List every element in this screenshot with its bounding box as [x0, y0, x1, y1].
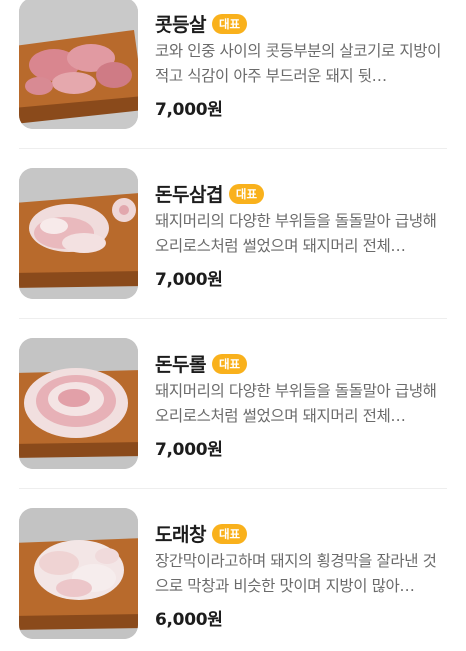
rolled-pork-slices-icon [19, 168, 138, 299]
menu-item-name: 돈두삼겹 [155, 184, 223, 206]
menu-item-name: 도래창 [155, 524, 206, 546]
featured-badge: 대표 [211, 523, 248, 544]
featured-badge: 대표 [228, 183, 265, 204]
menu-item-price: 7,000원 [155, 100, 223, 120]
menu-item-doraechang[interactable]: 도래창 대표 장간막이라고하며 돼지의 횡경막을 잘라낸 것으로 막창과 비슷한… [0, 479, 466, 639]
featured-badge: 대표 [211, 13, 248, 34]
menu-item-price: 6,000원 [155, 610, 223, 630]
menu-item-dondurol[interactable]: 돈두롤 대표 돼지머리의 다양한 부위들을 돌돌말아 급냉해 오리로스처럼 썰었… [0, 309, 466, 469]
menu-item-name-row: 돈두롤 대표 [155, 350, 248, 377]
menu-item-description: 돼지머리의 다양한 부위들을 돌돌말아 급냉해 오리로스처럼 썰었으며 돼지머리… [155, 382, 437, 425]
menu-item-dondusamgyeop[interactable]: 돈두삼겹 대표 돼지머리의 다양한 부위들을 돌돌말아 급냉해 오리로스처럼 썰… [0, 139, 466, 299]
featured-badge: 대표 [211, 353, 248, 374]
menu-item-image [19, 508, 138, 639]
menu-item-name: 돈두롤 [155, 354, 206, 376]
pork-roll-slices-icon [19, 338, 138, 469]
menu-item-description: 코와 인중 사이의 콧등부분의 살코기로 지방이 적고 식감이 아주 부드러운 … [155, 42, 441, 85]
menu-item-name: 콧등살 [155, 14, 206, 36]
menu-item-price: 7,000원 [155, 440, 223, 460]
menu-item-price: 7,000원 [155, 270, 223, 290]
menu-item-image [19, 0, 138, 129]
menu-item-name-row: 콧등살 대표 [155, 10, 248, 37]
sliced-pork-meat-icon [19, 0, 138, 129]
menu-item-image [19, 338, 138, 469]
menu-item-name-row: 도래창 대표 [155, 520, 248, 547]
menu-item-name-row: 돈두삼겹 대표 [155, 180, 265, 207]
menu-item-description: 돼지머리의 다양한 부위들을 돌돌말아 급냉해 오리로스처럼 썰었으며 돼지머리… [155, 212, 437, 255]
menu-item-description: 장간막이라고하며 돼지의 횡경막을 잘라낸 것으로 막창과 비슷한 맛이며 지방… [155, 552, 437, 595]
menu-item-image [19, 168, 138, 299]
pork-intestine-icon [19, 508, 138, 639]
menu-item-kotdeungsal[interactable]: 콧등살 대표 코와 인중 사이의 콧등부분의 살코기로 지방이 적고 식감이 아… [0, 0, 466, 129]
